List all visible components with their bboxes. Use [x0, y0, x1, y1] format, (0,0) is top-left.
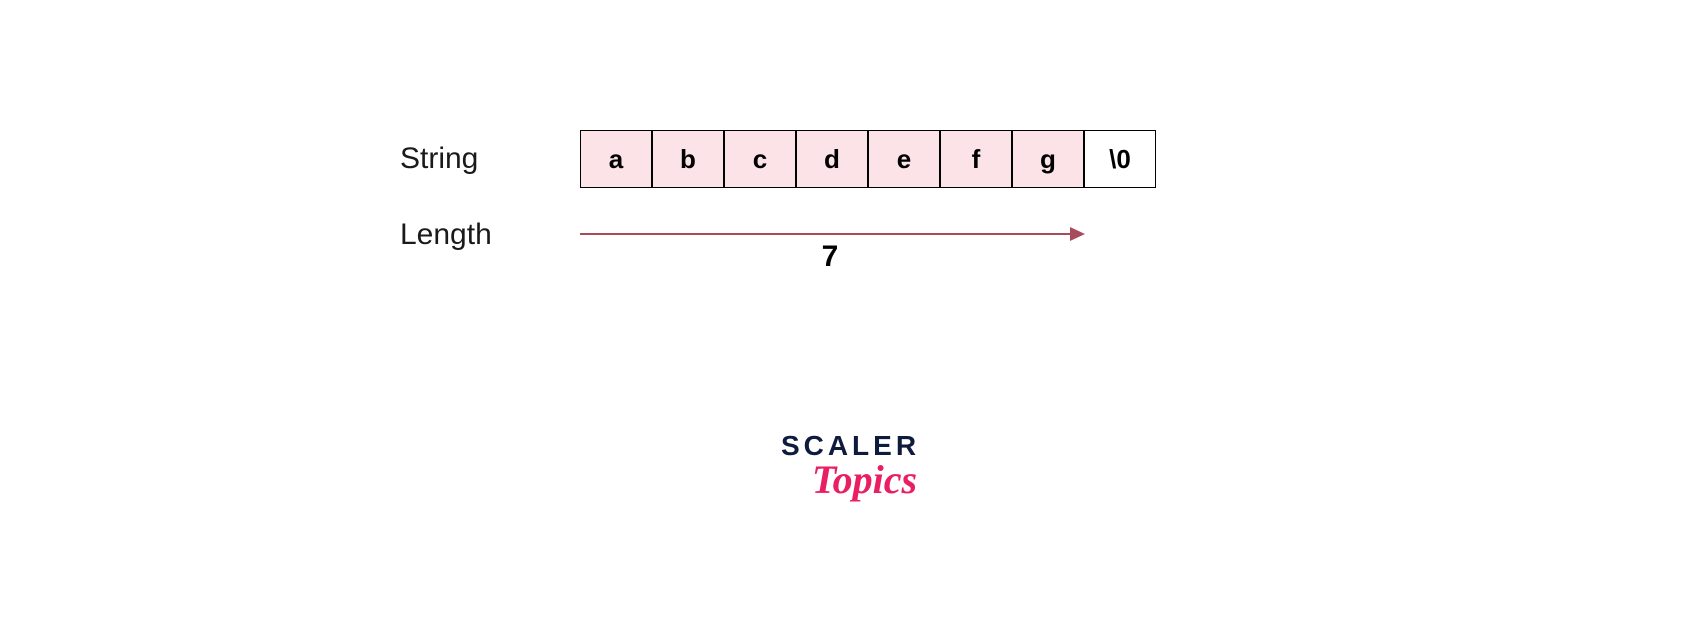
cell-3: d	[796, 130, 868, 188]
cell-0: a	[580, 130, 652, 188]
cell-2: c	[724, 130, 796, 188]
cell-1: b	[652, 130, 724, 188]
string-length-diagram: String a b c d e f g \0 Length 7	[400, 130, 1300, 278]
cell-4: e	[868, 130, 940, 188]
string-row: String a b c d e f g \0	[400, 130, 1300, 188]
logo-line2: Topics	[795, 456, 934, 503]
length-label: Length	[400, 218, 580, 252]
length-row: Length 7	[400, 218, 1300, 278]
length-value: 7	[822, 240, 839, 274]
string-cells: a b c d e f g \0	[580, 130, 1156, 188]
scaler-topics-logo: SCALER Topics	[781, 430, 920, 503]
cell-6: g	[1012, 130, 1084, 188]
length-arrow-area: 7	[580, 218, 1080, 278]
cell-5: f	[940, 130, 1012, 188]
string-label: String	[400, 142, 580, 176]
cell-null-terminator: \0	[1084, 130, 1156, 188]
